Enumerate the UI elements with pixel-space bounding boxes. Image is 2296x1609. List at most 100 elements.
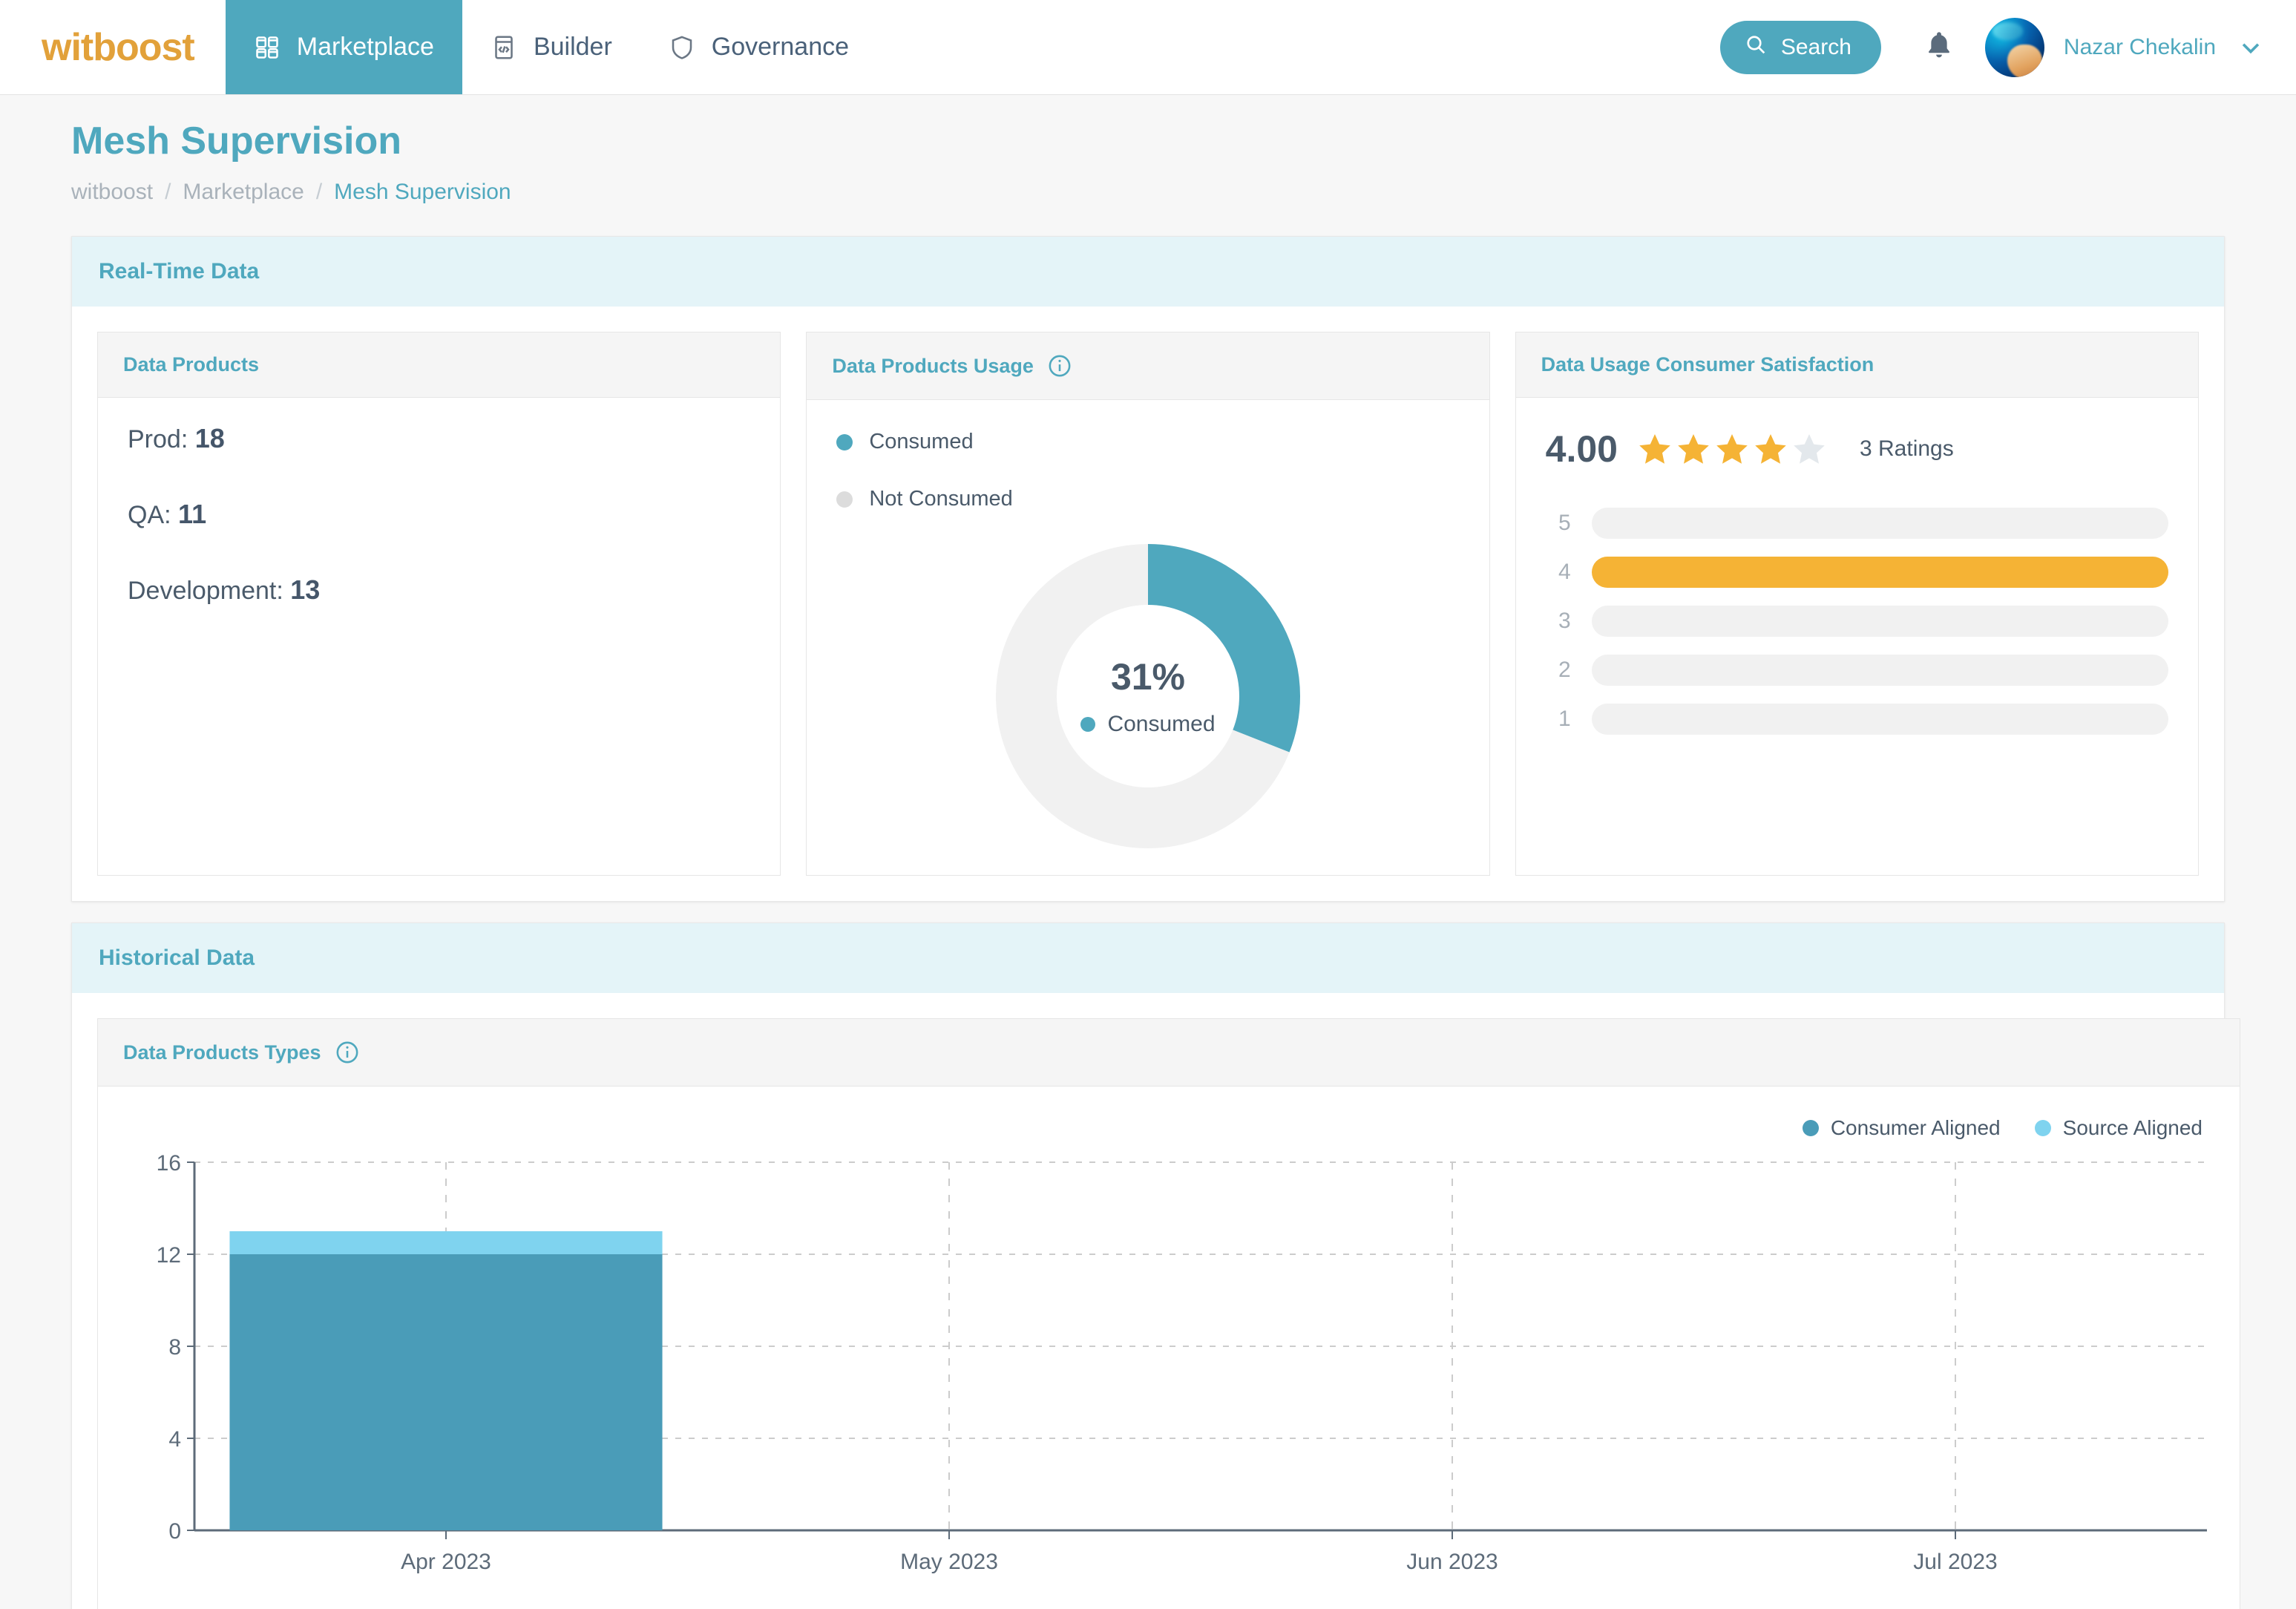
- row-label: Development:: [128, 577, 283, 605]
- top-navigation-bar: witboost Marketplace Builder Governance …: [0, 0, 2296, 95]
- x-axis-tick-label: May 2023: [900, 1550, 998, 1574]
- notifications-button[interactable]: [1881, 29, 1985, 65]
- legend-label: Not Consumed: [869, 487, 1013, 511]
- y-axis-tick-label: 8: [168, 1335, 181, 1360]
- rating-bar-label: 5: [1558, 511, 1571, 535]
- data-products-card: Data Products Prod: 18 QA: 11 Developmen…: [97, 332, 781, 876]
- search-button-label: Search: [1780, 34, 1851, 59]
- legend-label: Consumed: [869, 430, 974, 453]
- info-icon[interactable]: [1047, 353, 1072, 379]
- rating-bar-row[interactable]: 3: [1546, 606, 2168, 637]
- x-axis-tick-label: Jul 2023: [1913, 1550, 1997, 1574]
- legend-dot-source-aligned: [2034, 1120, 2051, 1136]
- rating-average: 4.00: [1545, 428, 1618, 470]
- historical-data-panel: Historical Data Data Products Types Cons…: [71, 923, 2240, 1609]
- rating-bar-row[interactable]: 5: [1546, 508, 2168, 539]
- star-icon-filled: [1755, 434, 1786, 464]
- x-axis-tick-label: Jun 2023: [1406, 1550, 1498, 1574]
- nav-tab-label: Builder: [533, 33, 612, 61]
- rating-summary: 4.00 3 Ratings: [1546, 427, 2168, 471]
- bar-segment-consumer-aligned[interactable]: [229, 1254, 663, 1530]
- bar-chart-svg[interactable]: 0 4 8 12 16 Apr 2023 May 2023 Jun 2023 Jul 2023: [113, 1149, 2225, 1594]
- rating-bar-track-filled: [1591, 557, 2168, 588]
- data-products-types-card: Data Products Types Consumer Aligned Sou: [97, 1018, 2240, 1609]
- witboost-logo[interactable]: witboost: [0, 0, 226, 94]
- nav-tab-label: Marketplace: [296, 33, 434, 61]
- page-header: Mesh Supervision witboost / Marketplace …: [0, 95, 2296, 215]
- row-value: 13: [290, 574, 321, 605]
- historical-cards-row: Data Products Types Consumer Aligned Sou: [72, 993, 2240, 1609]
- data-products-row-qa: QA: 11: [128, 499, 750, 530]
- bar-chart: 0 4 8 12 16 Apr 2023 May 2023 Jun 2023 Jul 2023: [98, 1149, 2240, 1609]
- donut-center-dot: [1080, 717, 1096, 732]
- data-products-types-card-header: Data Products Types: [98, 1019, 2240, 1087]
- row-value: 18: [194, 423, 225, 453]
- row-label: Prod:: [128, 425, 188, 453]
- nav-tab-builder[interactable]: Builder: [462, 0, 640, 94]
- real-time-data-section-title: Real-Time Data: [72, 237, 2224, 307]
- data-products-usage-card-body: Consumed Not Consumed 31% Consumed: [807, 400, 1489, 875]
- real-time-data-panel: Real-Time Data Data Products Prod: 18 QA…: [71, 236, 2225, 902]
- rating-bar-track: [1591, 508, 2168, 539]
- data-products-row-development: Development: 13: [128, 574, 750, 606]
- data-products-types-card-body: Consumer Aligned Source Aligned 0 4 8 12 16 A…: [98, 1087, 2240, 1609]
- nav-tab-label: Governance: [711, 33, 850, 61]
- legend-dot-consumer-aligned: [1802, 1120, 1819, 1136]
- rating-bar-label: 4: [1558, 560, 1571, 584]
- data-products-card-title: Data Products: [123, 353, 260, 376]
- rating-bar-track: [1591, 606, 2168, 637]
- rating-bar-row[interactable]: 1: [1546, 704, 2168, 735]
- usage-donut-chart: 31% Consumed: [836, 544, 1459, 848]
- legend-label: Consumer Aligned: [1830, 1116, 2001, 1139]
- donut-percent: 31%: [1110, 656, 1186, 698]
- nav-tab-governance[interactable]: Governance: [640, 0, 877, 94]
- legend-dot-consumed: [836, 433, 853, 450]
- rating-bar-row[interactable]: 2: [1546, 655, 2168, 686]
- real-time-cards-row: Data Products Prod: 18 QA: 11 Developmen…: [72, 307, 2224, 901]
- y-axis-tick-label: 12: [157, 1243, 181, 1268]
- chart-legend-item-source-aligned[interactable]: Source Aligned: [2034, 1116, 2202, 1140]
- shield-icon: [669, 34, 695, 61]
- nav-right-actions: Search Nazar Chekalin: [1719, 0, 2296, 94]
- rating-count-label: 3 Ratings: [1859, 436, 1954, 461]
- username-label[interactable]: Nazar Chekalin: [2044, 35, 2238, 60]
- y-axis-tick-label: 0: [168, 1519, 181, 1544]
- data-products-usage-card-title: Data Products Usage: [832, 354, 1034, 377]
- donut-sublabel: Consumed: [1029, 712, 1267, 737]
- donut-center-text: Consumed: [1107, 712, 1216, 736]
- breadcrumb-item-witboost[interactable]: witboost: [71, 180, 153, 205]
- rating-bar-track: [1591, 704, 2168, 735]
- chart-legend: Consumer Aligned Source Aligned: [98, 1087, 2240, 1149]
- usage-legend-consumed[interactable]: Consumed: [836, 430, 1459, 454]
- breadcrumb-separator: /: [315, 180, 323, 204]
- bar-segment-source-aligned[interactable]: [229, 1231, 663, 1254]
- user-menu-chevron[interactable]: [2238, 35, 2263, 60]
- breadcrumb-item-marketplace[interactable]: Marketplace: [183, 180, 304, 205]
- data-products-card-body: Prod: 18 QA: 11 Development: 13: [98, 398, 780, 875]
- chart-legend-item-consumer-aligned[interactable]: Consumer Aligned: [1802, 1116, 2001, 1140]
- bell-icon: [1923, 29, 1955, 65]
- rating-stars: [1637, 431, 1827, 467]
- consumer-satisfaction-card-body: 4.00 3 Ratings 5 4 3 2 1: [1516, 398, 2198, 875]
- star-icon-filled: [1678, 434, 1709, 464]
- usage-legend-not-consumed[interactable]: Not Consumed: [836, 487, 1459, 511]
- data-products-types-card-title: Data Products Types: [123, 1041, 321, 1064]
- historical-data-section-title: Historical Data: [72, 923, 2224, 993]
- x-axis-tick-label: Apr 2023: [401, 1550, 491, 1574]
- primary-nav-tabs: Marketplace Builder Governance: [225, 0, 877, 94]
- user-avatar[interactable]: [1984, 17, 2044, 77]
- search-button[interactable]: Search: [1719, 20, 1881, 74]
- nav-tab-marketplace[interactable]: Marketplace: [225, 0, 462, 94]
- legend-dot-not-consumed: [836, 491, 853, 508]
- legend-label: Source Aligned: [2062, 1116, 2202, 1139]
- rating-bar-track: [1591, 655, 2168, 686]
- y-axis-tick-label: 16: [157, 1151, 181, 1176]
- rating-bar-label: 2: [1558, 658, 1571, 682]
- info-icon[interactable]: [335, 1040, 360, 1065]
- consumer-satisfaction-card: Data Usage Consumer Satisfaction 4.00 3 …: [1515, 332, 2199, 876]
- star-icon-filled: [1716, 434, 1748, 464]
- rating-bar-label: 1: [1558, 707, 1571, 731]
- row-label: QA:: [128, 501, 171, 529]
- data-products-usage-card: Data Products Usage Consumed Not Consume…: [806, 332, 1490, 876]
- rating-bar-row[interactable]: 4: [1546, 557, 2168, 588]
